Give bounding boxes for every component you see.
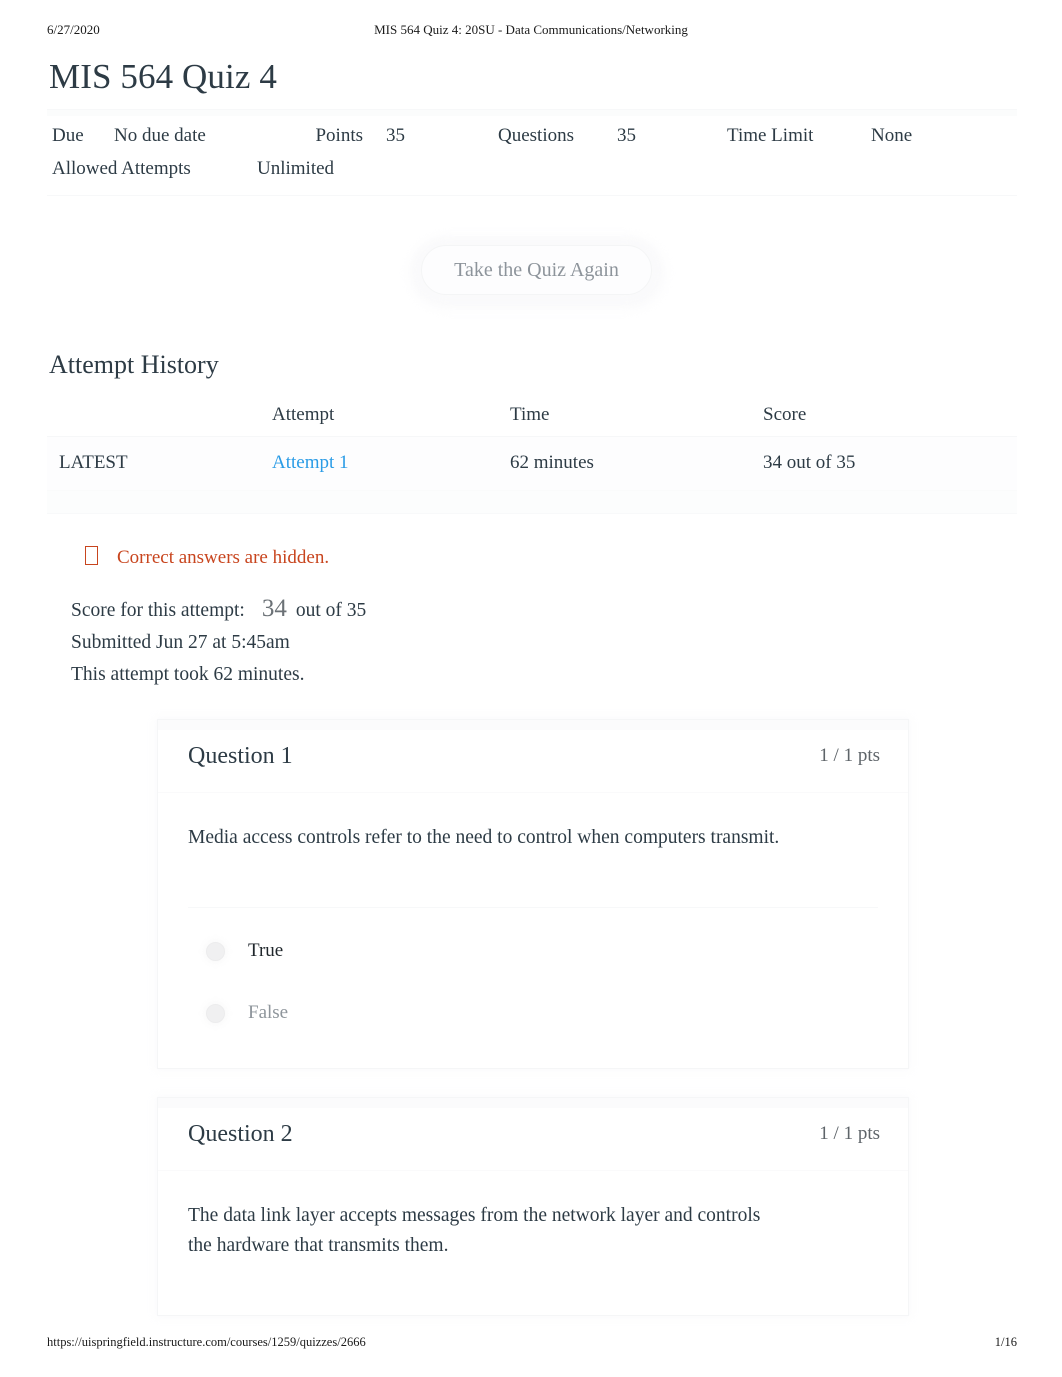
attempt-history-heading: Attempt History (49, 350, 219, 379)
radio-button-icon[interactable] (206, 1003, 225, 1023)
score-label: Score for this attempt: (71, 600, 245, 621)
attempt-summary: Score for this attempt: 34 out of 35 Sub… (71, 593, 1017, 691)
question-body: Media access controls refer to the need … (158, 793, 908, 907)
attempt-score: 34 out of 35 (763, 436, 1017, 491)
attempt-link-cell: Attempt 1 (272, 436, 510, 491)
page-content: MIS 564 Quiz 4 Due No due date Points 35… (47, 50, 1017, 1316)
questions-label: Questions (498, 125, 574, 146)
attempt-kept-badge: LATEST (47, 436, 272, 491)
attempt-history-table: Attempt Time Score LATEST Attempt 1 62 m… (47, 404, 1017, 491)
question-points: 1 / 1 pts (819, 1123, 880, 1144)
print-header: 6/27/2020 MIS 564 Quiz 4: 20SU - Data Co… (0, 22, 1062, 42)
column-header-kept (47, 404, 272, 437)
due-label: Due (52, 125, 84, 146)
print-page-number: 1/16 (994, 1335, 1017, 1349)
quiz-meta-row-primary: Due No due date Points 35 Questions 35 T… (47, 119, 1017, 152)
print-page-title: MIS 564 Quiz 4: 20SU - Data Communicatio… (374, 22, 688, 37)
score-for-attempt-line: Score for this attempt: 34 out of 35 (71, 593, 1017, 627)
warning-box-icon (85, 546, 98, 565)
answer-option-row[interactable]: False (188, 982, 878, 1044)
retake-button-area: Take the Quiz Again (47, 232, 1017, 320)
question-name: Question 2 (188, 1120, 293, 1147)
page-title: MIS 564 Quiz 4 (49, 57, 277, 96)
points-value: 35 (386, 125, 405, 146)
answer-option-row[interactable]: True (188, 920, 878, 982)
print-footer: https://uispringfield.instructure.com/co… (0, 1335, 1062, 1353)
take-quiz-again-button[interactable]: Take the Quiz Again (421, 245, 652, 295)
time-limit-label: Time Limit (727, 125, 814, 146)
due-value: No due date (114, 125, 206, 146)
question-points: 1 / 1 pts (819, 745, 880, 766)
attempt-1-link[interactable]: Attempt 1 (272, 452, 349, 473)
question-answers: True False (188, 907, 878, 1068)
notice-text: Correct answers are hidden. (117, 547, 330, 568)
question-name: Question 1 (188, 742, 293, 769)
score-value: 34 (261, 595, 287, 622)
quiz-meta-panel: Due No due date Points 35 Questions 35 T… (47, 109, 1017, 196)
question-text: Media access controls refer to the need … (188, 827, 780, 848)
submitted-line: Submitted Jun 27 at 5:45am (71, 632, 290, 653)
question-body: The data link layer accepts messages fro… (158, 1171, 908, 1315)
question-text-spacer (188, 1261, 878, 1315)
allowed-attempts-label: Allowed Attempts (52, 158, 191, 179)
questions-value: 35 (617, 125, 636, 146)
question-card: Question 2 1 / 1 pts The data link layer… (157, 1097, 909, 1316)
question-header: Question 2 1 / 1 pts (158, 1098, 908, 1171)
answer-label: True (248, 940, 284, 961)
column-header-score: Score (763, 404, 1017, 437)
attempt-time: 62 minutes (510, 436, 763, 491)
question-header: Question 1 1 / 1 pts (158, 720, 908, 793)
print-source-url: https://uispringfield.instructure.com/co… (47, 1335, 366, 1349)
radio-button-icon[interactable] (206, 941, 225, 961)
table-header-row: Attempt Time Score (47, 404, 1017, 437)
score-out-of: out of 35 (295, 600, 367, 621)
allowed-attempts-value: Unlimited (257, 158, 335, 179)
answer-label: False (248, 1002, 289, 1023)
question-text: The data link layer accepts messages fro… (188, 1205, 761, 1256)
points-label: Points (315, 125, 363, 146)
quiz-meta-row-attempts: Allowed Attempts Unlimited (47, 152, 1017, 185)
attempt-history-footer-band (47, 491, 1017, 514)
correct-answers-hidden-notice: Correct answers are hidden. (85, 544, 1017, 569)
question-card: Question 1 1 / 1 pts Media access contro… (157, 719, 909, 1069)
duration-line: This attempt took 62 minutes. (71, 664, 305, 685)
question-text-spacer (188, 853, 878, 907)
column-header-time: Time (510, 404, 763, 437)
time-limit-value: None (871, 125, 913, 146)
table-row: LATEST Attempt 1 62 minutes 34 out of 35 (47, 436, 1017, 491)
column-header-attempt: Attempt (272, 404, 510, 437)
